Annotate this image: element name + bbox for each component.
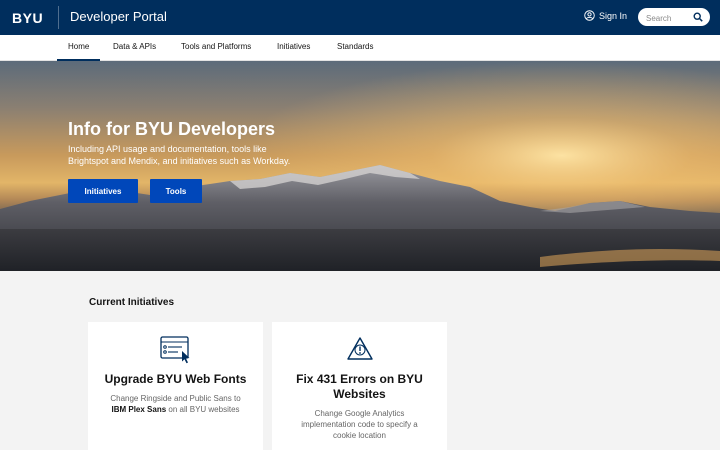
web-form-cursor-icon: [159, 336, 189, 364]
top-header: BYU Developer Portal Sign In: [0, 0, 720, 35]
sign-in-label: Sign In: [599, 10, 628, 21]
search-box[interactable]: [638, 8, 710, 28]
sign-in-button[interactable]: Sign In: [584, 10, 627, 21]
nav-item-initiatives[interactable]: Initiatives: [277, 42, 310, 51]
user-circle-icon: [584, 10, 595, 21]
search-icon[interactable]: [693, 12, 703, 22]
hero-title: Info for BYU Developers: [68, 119, 276, 139]
main-nav: Home Data & APIs Tools and Platforms Ini…: [0, 35, 720, 61]
tools-button[interactable]: Tools: [150, 179, 202, 203]
card-description: Change Google Analytics implementation c…: [301, 409, 418, 440]
current-initiatives-heading: Current Initiatives: [89, 297, 175, 308]
hero-subtitle: Including API usage and documentation, t…: [68, 144, 291, 166]
nav-item-home[interactable]: Home: [56, 42, 101, 61]
initiative-card-web-fonts[interactable]: Upgrade BYU Web Fonts Change Ringside an…: [88, 322, 263, 450]
card-title: Fix 431 Errors on BYU Websites: [296, 372, 423, 401]
initiative-card-431-errors[interactable]: Fix 431 Errors on BYU Websites Change Go…: [272, 322, 447, 450]
card-description: Change Ringside and Public Sans to IBM P…: [110, 394, 241, 414]
header-divider: [58, 6, 59, 29]
nav-item-data-apis[interactable]: Data & APIs: [113, 42, 156, 51]
app-title[interactable]: Developer Portal: [70, 9, 167, 24]
warning-triangle-icon: [346, 337, 373, 360]
hero-banner: Info for BYU Developers Including API us…: [0, 61, 720, 271]
nav-item-standards[interactable]: Standards: [337, 42, 373, 51]
card-title: Upgrade BYU Web Fonts: [104, 372, 247, 386]
nav-item-tools-platforms[interactable]: Tools and Platforms: [181, 42, 251, 51]
search-input[interactable]: [638, 9, 688, 28]
initiatives-button[interactable]: Initiatives: [68, 179, 138, 203]
byu-logo[interactable]: BYU: [12, 10, 43, 26]
